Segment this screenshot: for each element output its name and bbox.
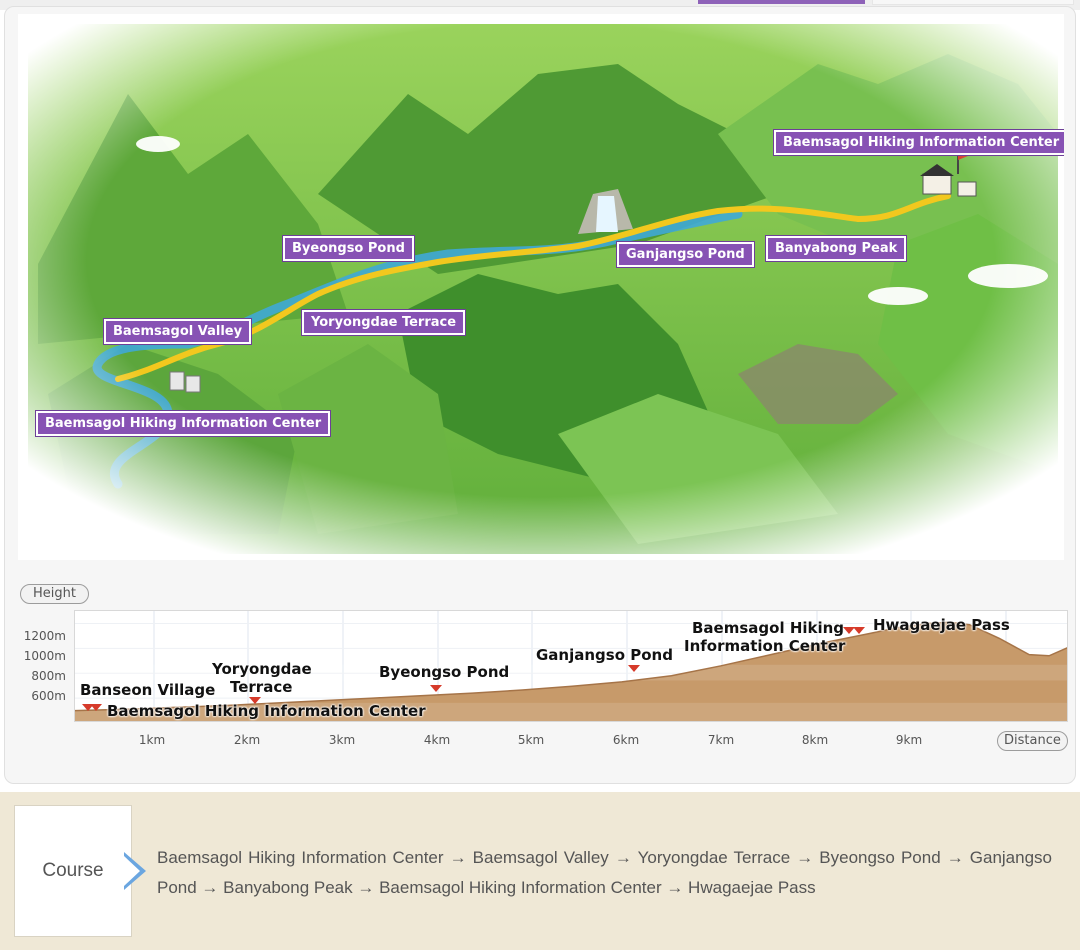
profile-marker [249,697,261,704]
map-label-yoryongdae-terrace[interactable]: Yoryongdae Terrace [302,310,466,335]
map-label-baemsagol-valley[interactable]: Baemsagol Valley [104,319,252,344]
trail-map-illustration: Baemsagol Hiking Information Center Byeo… [18,14,1064,560]
profile-label-banseon-village: Banseon Village [80,681,216,699]
y-tick-label: 1200m [23,629,66,643]
x-tick-label: 5km [517,733,545,747]
x-tick-label: 1km [138,733,166,747]
profile-label-yoryongdae-1: Yoryongdae [212,660,312,678]
x-tick-label: 3km [328,733,356,747]
x-tick-label: 9km [895,733,923,747]
tab-inactive[interactable] [872,0,1074,5]
course-title-box: Course [14,805,132,937]
profile-label-hwagaejae-pass: Hwagaejae Pass [873,616,1010,634]
x-tick-label: 4km [423,733,451,747]
y-tick-label: 1000m [23,649,66,663]
chevron-right-icon-inner [124,856,140,886]
map-label-banyabong-peak[interactable]: Banyabong Peak [766,236,907,261]
map-label-hiking-center-east[interactable]: Baemsagol Hiking Information Center [774,130,1064,155]
x-tick-label: 6km [612,733,640,747]
x-tick-label: 2km [233,733,261,747]
course-section: Course Baemsagol Hiking Information Cent… [0,792,1080,950]
profile-label-ganjangso-pond: Ganjangso Pond [536,646,673,664]
map-label-hiking-center-west[interactable]: Baemsagol Hiking Information Center [36,411,331,436]
profile-marker [628,665,640,672]
profile-marker [853,627,865,634]
map-label-byeongso-pond[interactable]: Byeongso Pond [283,236,414,261]
x-tick-label: 7km [707,733,735,747]
course-route-text: Baemsagol Hiking Information Center → Ba… [157,848,1052,897]
y-tick-label: 800m [31,669,66,683]
terrain-illustration [18,14,1064,560]
y-tick-label: 600m [31,689,66,703]
profile-label-hiking-center-2: Information Center [684,637,846,655]
profile-label-yoryongdae-2: Terrace [230,678,293,696]
x-tick-label: 8km [801,733,829,747]
profile-marker [430,685,442,692]
profile-label-hiking-center-start: Baemsagol Hiking Information Center [107,702,426,720]
tab-active-indicator[interactable] [698,0,865,4]
profile-marker [90,704,102,711]
profile-label-hiking-center-1: Baemsagol Hiking [692,619,845,637]
map-label-ganjangso-pond[interactable]: Ganjangso Pond [617,242,754,267]
profile-label-byeongso-pond: Byeongso Pond [379,663,510,681]
distance-axis-badge: Distance [997,731,1068,751]
map-vignette [18,14,1064,560]
course-title: Course [42,860,104,881]
height-axis-badge: Height [20,584,89,604]
